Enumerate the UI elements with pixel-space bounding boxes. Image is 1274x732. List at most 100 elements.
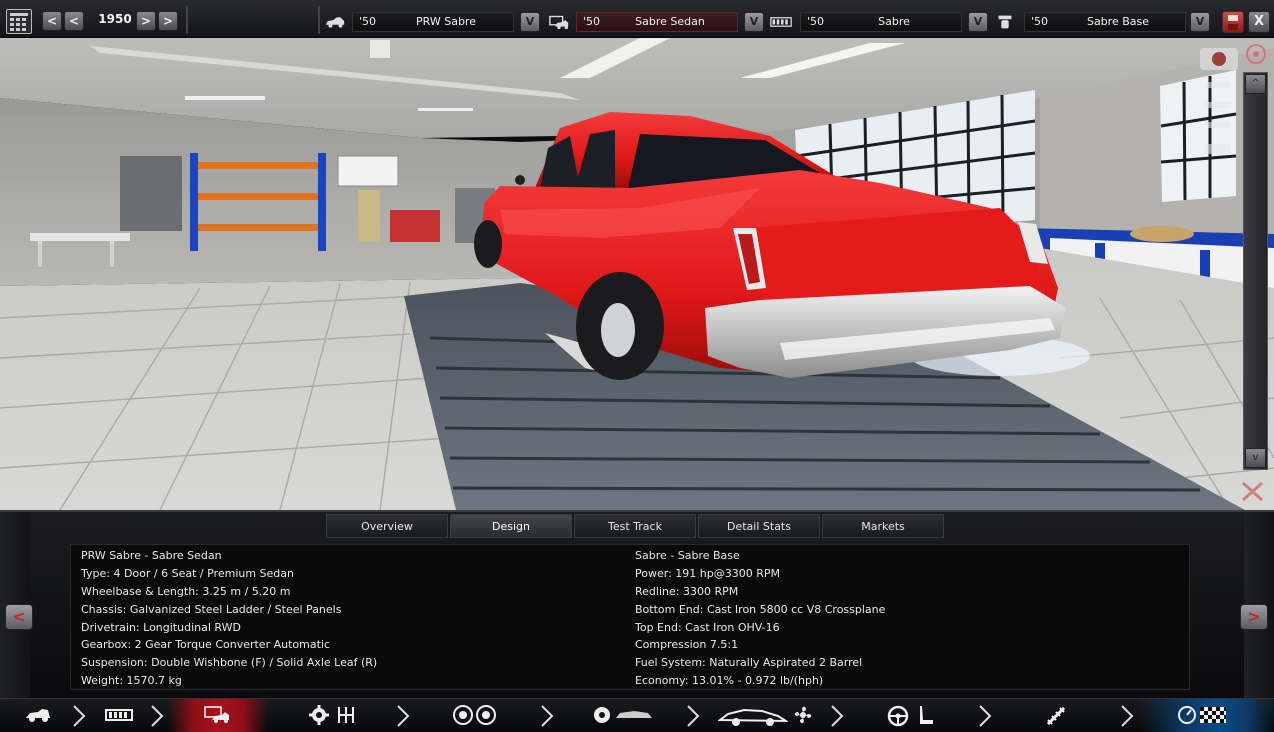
tire-icon <box>594 707 610 723</box>
tab-design[interactable]: Design <box>450 514 572 538</box>
car-model-selector: '50 Sabre Sedan V <box>546 12 768 32</box>
car-family-icon <box>325 17 345 28</box>
garage-3d-viewport[interactable]: ^ v <box>0 38 1274 510</box>
next-year-button[interactable]: > <box>136 11 156 31</box>
spacer <box>0 705 14 727</box>
car-info-row: Gearbox: 2 Gear Torque Converter Automat… <box>81 638 331 652</box>
tab-markets[interactable]: Markets <box>822 514 944 538</box>
car-family-field[interactable]: '50 PRW Sabre <box>352 12 514 32</box>
engine-family-name: Sabre <box>878 15 910 28</box>
car-family-dropdown-button[interactable]: V <box>520 12 540 32</box>
spring-icon <box>1046 706 1066 726</box>
steering-wheel-icon <box>887 705 909 727</box>
engine-family-year: '50 <box>807 15 825 28</box>
view-scrollbar[interactable]: ^ v <box>1243 72 1268 470</box>
car-model-year: '50 <box>583 15 601 28</box>
chassis-icon <box>105 709 133 721</box>
engine-family-dropdown-button[interactable]: V <box>968 12 988 32</box>
engine-variant-name: Sabre Base <box>1086 15 1150 28</box>
engine-variant-year: '50 <box>1031 15 1049 28</box>
engine-family-field[interactable]: '50 Sabre <box>800 12 962 32</box>
chevron-right-icon <box>1121 705 1134 727</box>
chevron-right-icon <box>73 705 86 727</box>
tab-detail-stats[interactable]: Detail Stats <box>698 514 820 538</box>
chevron-right-icon <box>831 705 844 727</box>
car-family-year: '50 <box>359 15 377 28</box>
next-decade-button[interactable]: > <box>158 11 178 31</box>
engine-variant-dropdown-button[interactable]: V <box>1190 12 1210 32</box>
prev-decade-button[interactable]: < <box>64 11 84 31</box>
garage-scene <box>0 38 1274 510</box>
current-year: 1950 <box>98 12 132 26</box>
seat-icon <box>920 706 933 724</box>
car-body-icon <box>26 709 50 722</box>
engine-variant-field[interactable]: '50 Sabre Base <box>1024 12 1186 32</box>
chevron-right-icon <box>397 705 410 727</box>
car-info-title: PRW Sabre - Sabre Sedan <box>81 549 222 562</box>
toolbar-trim[interactable] <box>168 699 268 732</box>
car-info-row: Chassis: Galvanized Steel Ladder / Steel… <box>81 602 342 616</box>
car-model-name: Sabre Sedan <box>635 15 705 28</box>
engine-info-title: Sabre - Sabre Base <box>635 549 740 562</box>
engine-family-icon <box>770 17 792 27</box>
car-info-row: Type: 4 Door / 6 Seat / Premium Sedan <box>81 566 295 580</box>
engine-variant-selector: '50 Sabre Base V <box>994 12 1216 32</box>
info-panel: Overview Design Test Track Detail Stats … <box>0 510 1274 700</box>
dashboard-icon <box>1178 706 1196 724</box>
toolbar-engine-gearbox[interactable] <box>296 699 396 732</box>
design-toolbar <box>0 698 1274 732</box>
engine-family-selector: '50 Sabre V <box>770 12 990 32</box>
close-button[interactable]: X <box>1248 11 1270 33</box>
calendar-button[interactable] <box>6 9 32 34</box>
car-model-field[interactable]: '50 Sabre Sedan <box>576 12 738 32</box>
chevron-right-icon <box>541 705 554 727</box>
car-trim-icon <box>204 706 229 723</box>
engine-info-row: Power: 191 hp@3300 RPM <box>635 566 780 580</box>
toolbar-suspension[interactable] <box>1010 699 1110 732</box>
gear-icon <box>309 705 329 725</box>
car-info-row: Weight: 1570.7 kg <box>81 674 182 688</box>
toolbar-aero-cooling[interactable] <box>710 699 830 732</box>
engine-info-row: Bottom End: Cast Iron 5800 cc V8 Crosspl… <box>635 602 886 616</box>
toolbar-tires-body[interactable] <box>570 699 680 732</box>
divider <box>186 6 188 34</box>
car-info-column: PRW Sabre - Sabre Sedan Type: 4 Door / 6… <box>81 547 377 690</box>
engine-info-row: Fuel System: Naturally Aspirated 2 Barre… <box>635 656 863 670</box>
engine-info-column: Sabre - Sabre Base Power: 191 hp@3300 RP… <box>635 547 885 690</box>
car-info-row: Suspension: Double Wishbone (F) / Solid … <box>81 656 378 670</box>
car-model-dropdown-button[interactable]: V <box>744 12 764 32</box>
car-info-row: Drivetrain: Longitudinal RWD <box>81 620 241 634</box>
toolbar-chassis[interactable] <box>90 699 150 732</box>
app-window: < < 1950 > > '50 PRW Sabre V '50 Sabre S… <box>0 0 1274 732</box>
divider <box>318 6 320 34</box>
gearbox-icon <box>338 707 354 723</box>
toolbar-test-drive[interactable] <box>1140 699 1274 732</box>
top-bar: < < 1950 > > '50 PRW Sabre V '50 Sabre S… <box>0 0 1274 38</box>
chevron-right-icon <box>151 705 164 727</box>
car-family-selector: '50 PRW Sabre V <box>322 12 542 32</box>
prev-page-button[interactable]: < <box>5 604 33 630</box>
engine-variant-icon <box>998 15 1012 29</box>
engine-info-row: Top End: Cast Iron OHV-16 <box>635 620 780 634</box>
car-aero-icon <box>718 708 788 726</box>
car-info-row: Wheelbase & Length: 3.25 m / 5.20 m <box>81 584 291 598</box>
engine-info-row: Redline: 3300 RPM <box>635 584 739 598</box>
fan-icon <box>794 706 812 724</box>
stats-box: PRW Sabre - Sabre Sedan Type: 4 Door / 6… <box>70 544 1190 690</box>
engine-info-row: Economy: 13.01% - 0.972 lb/(hph) <box>635 674 824 688</box>
prev-year-button[interactable]: < <box>42 11 62 31</box>
save-button[interactable] <box>1222 11 1244 33</box>
car-side-icon <box>616 711 652 718</box>
toolbar-interior[interactable] <box>860 699 970 732</box>
scroll-down-button[interactable]: v <box>1245 448 1266 468</box>
tab-overview[interactable]: Overview <box>326 514 448 538</box>
tab-test-track[interactable]: Test Track <box>574 514 696 538</box>
scroll-up-button[interactable]: ^ <box>1245 74 1266 94</box>
toolbar-wheels[interactable] <box>420 699 530 732</box>
car-model-icon <box>549 15 569 30</box>
next-page-button[interactable]: > <box>1240 604 1268 630</box>
chevron-right-icon <box>687 705 700 727</box>
checkered-flag-icon <box>1200 707 1226 723</box>
car-family-name: PRW Sabre <box>416 15 476 28</box>
chevron-right-icon <box>979 705 992 727</box>
